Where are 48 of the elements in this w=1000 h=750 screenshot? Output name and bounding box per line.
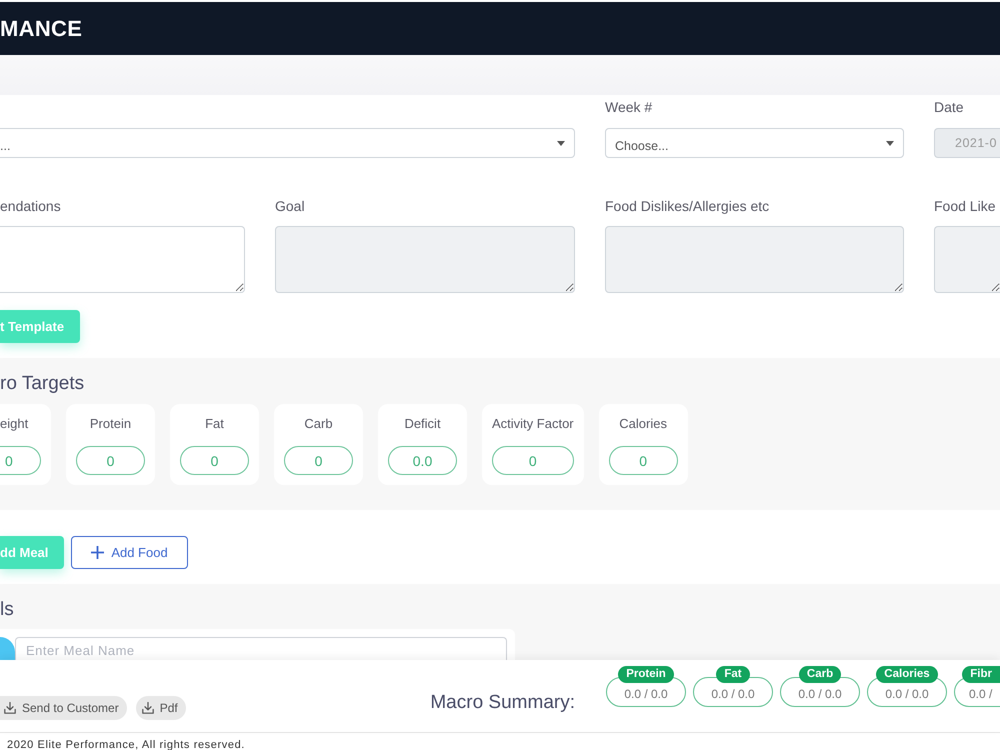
dropdown[interactable]: ... <box>0 128 575 158</box>
add-meal-button[interactable]: dd Meal <box>0 536 64 569</box>
macro-label: Protein <box>88 415 132 433</box>
macro-badge: Fibr <box>962 666 1000 683</box>
macro-badge: Calories <box>876 666 938 683</box>
macro-label: Activity Factor <box>492 415 574 433</box>
summary-value: 0.0 / 0.0 <box>693 677 773 707</box>
app-title: MANCE <box>0 16 82 42</box>
macro-input[interactable]: 0 <box>608 446 678 475</box>
macro-input[interactable]: 0.0 <box>388 446 457 475</box>
plus-icon <box>91 546 104 559</box>
macro-badge: Fat <box>716 666 750 683</box>
section-title: ls <box>0 599 14 621</box>
field-label: Week # <box>605 98 652 117</box>
add-food-button[interactable]: Add Food <box>71 536 188 569</box>
summary-value: 0.0 / 0.0 <box>867 677 947 707</box>
macro-input[interactable]: 0 <box>284 446 353 475</box>
field-label: Food Like <box>934 197 996 216</box>
macro-label: Fat <box>204 415 225 433</box>
macro-label: Calories <box>618 415 668 433</box>
macro-label: Deficit <box>403 415 442 433</box>
template-button[interactable]: t Template <box>0 310 80 343</box>
summary-value: 0.0 / 0.0 <box>780 677 860 707</box>
macro-input[interactable]: 0 <box>492 446 574 475</box>
field-label: Date <box>934 98 964 117</box>
macro-input[interactable]: 0 <box>180 446 249 475</box>
macro-label: Carb <box>303 415 334 433</box>
pdf-button[interactable]: Pdf <box>136 696 186 720</box>
dropdown[interactable]: Choose... <box>605 128 904 158</box>
send-to-customer-button[interactable]: Send to Customer <box>0 696 127 720</box>
summary-value: 0.0 / 0.0 <box>606 677 686 707</box>
field-label: Goal <box>275 197 305 216</box>
textarea-field[interactable] <box>0 226 245 293</box>
caret-icon <box>886 140 894 146</box>
summary-title: Macro Summary: <box>430 692 575 714</box>
macro-badge: Protein <box>618 666 674 683</box>
field-label: Food Dislikes/Allergies etc <box>605 197 770 216</box>
caret-icon <box>557 140 565 146</box>
download-icon <box>4 702 16 714</box>
field-label: endations <box>0 197 61 216</box>
copyright-text: 2020 Elite Performance, All rights reserved. <box>7 738 245 750</box>
download-icon <box>142 702 154 714</box>
macro-input[interactable]: 0 <box>76 446 145 475</box>
macro-input[interactable]: 0 <box>0 446 41 475</box>
macro-label: eight <box>0 415 30 433</box>
macro-badge: Carb <box>798 666 842 683</box>
section-title: ro Targets <box>0 373 84 395</box>
meal-name-field[interactable]: Enter Meal Name <box>15 637 507 660</box>
